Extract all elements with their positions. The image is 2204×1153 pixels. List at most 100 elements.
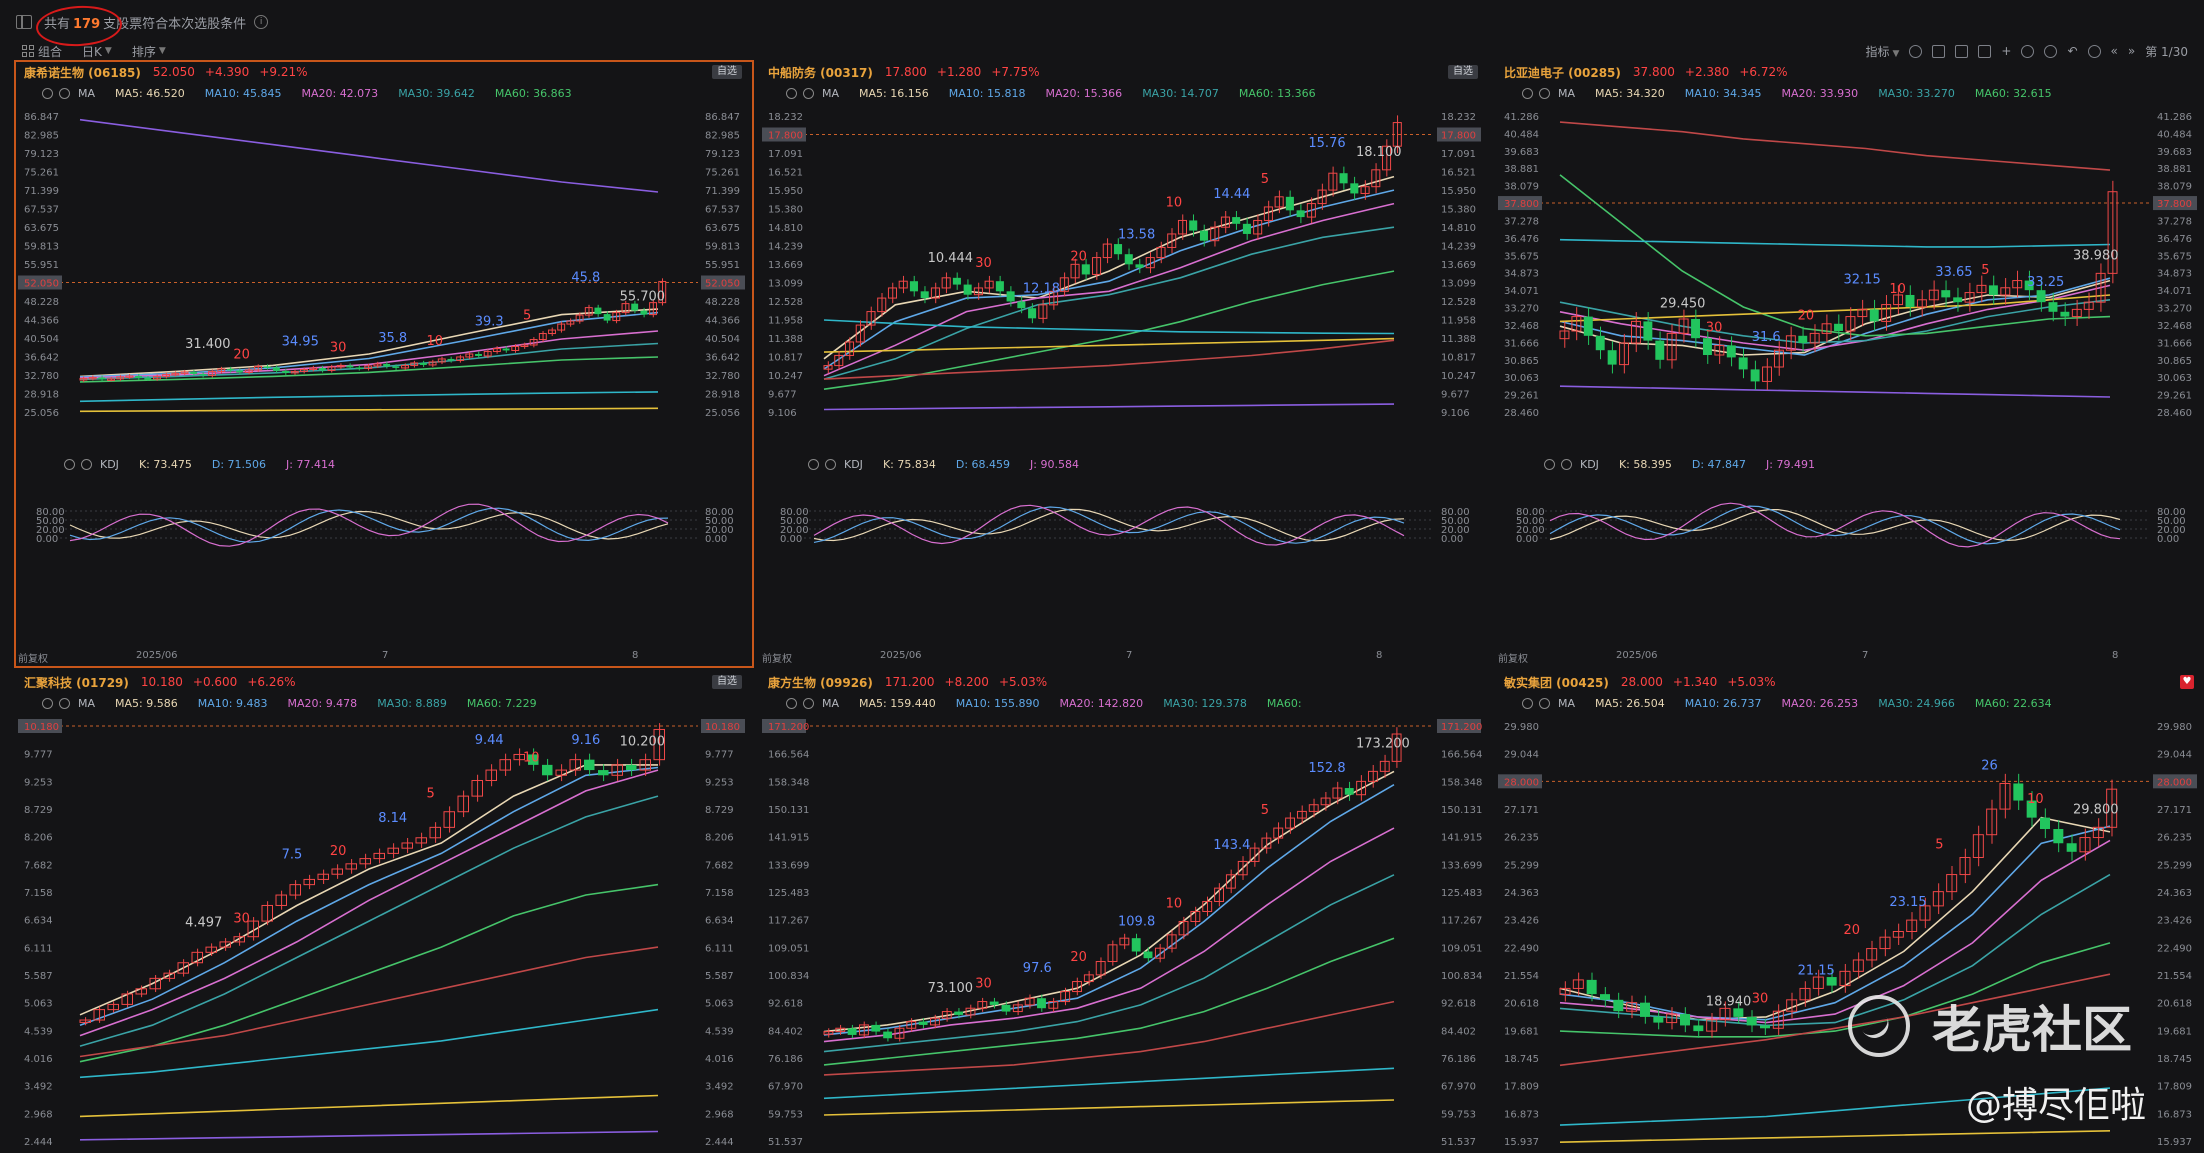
y-tick-left: 10.180 — [24, 722, 59, 733]
x-axis-label: 7 — [382, 650, 389, 661]
candle — [263, 366, 271, 368]
candle — [1607, 350, 1617, 365]
candlestick-chart[interactable]: 41.286 41.286 40.484 40.484 39.683 39.683 38.8… — [1496, 62, 2204, 666]
candle — [1344, 788, 1354, 795]
candle — [355, 367, 363, 369]
price-annotation: 5 — [1981, 263, 1989, 278]
y-tick-left: 38.079 — [1504, 182, 1539, 193]
y-tick-right: 55.951 — [705, 260, 740, 271]
y-tick-right: 21.554 — [2157, 971, 2192, 982]
link-icon[interactable] — [1932, 44, 1946, 58]
next-page-icon[interactable]: » — [2128, 44, 2135, 58]
y-tick-left: 5.587 — [24, 971, 53, 982]
y-tick-left: 3.492 — [24, 1082, 53, 1093]
candlestick-chart[interactable]: 171.200 171.200 166.564 166.564 158.348 158.3… — [760, 672, 1488, 1153]
price-annotation: 29.800 — [2073, 802, 2119, 817]
candle — [1941, 290, 1951, 298]
kdj-label[interactable]: KDJ — [844, 458, 863, 471]
price-annotation: 23.15 — [1889, 895, 1926, 910]
stock-chart-panel[interactable]: 汇聚科技 (01729) 10.180 +0.600 +6.26% 自选 MA MA5: 9… — [16, 672, 752, 1153]
info-icon[interactable]: i — [254, 15, 269, 29]
candlestick-chart[interactable]: 86.847 86.847 82.985 82.985 79.123 79.123 75.2… — [16, 62, 752, 666]
y-tick-right: 6.111 — [705, 943, 734, 954]
x-axis-label: 8 — [632, 650, 639, 661]
y-tick-left: 19.681 — [1504, 1026, 1539, 1037]
candlestick-chart[interactable]: 10.180 10.180 9.777 9.777 9.253 9.253 8.729 8.7… — [16, 672, 752, 1153]
candle — [1988, 285, 1998, 295]
y-tick-right: 15.937 — [2157, 1137, 2192, 1148]
y-tick-right: 14.810 — [1441, 223, 1476, 234]
layout-icon[interactable] — [1978, 44, 1992, 58]
eye-icon[interactable] — [1561, 458, 1572, 470]
y-tick-left: 55.951 — [24, 260, 59, 271]
stock-chart-panel[interactable]: 中船防务 (00317) 17.800 +1.280 +7.75% 自选 MA MA5: 1… — [760, 62, 1488, 666]
ma-line-ma250 — [1559, 294, 2111, 323]
kdj-label[interactable]: KDJ — [100, 458, 119, 471]
stock-chart-panel[interactable]: 比亚迪电子 (00285) 37.800 +2.380 +6.72% MA MA5: 34… — [1496, 62, 2204, 666]
y-tick-left: 30.865 — [1504, 356, 1539, 367]
candle — [626, 764, 637, 771]
y-tick-left: 7.682 — [24, 860, 53, 871]
sort-label: 排序 — [131, 44, 156, 59]
gear-icon[interactable] — [64, 458, 75, 470]
stock-chart-panel[interactable]: 康希诺生物 (06185) 52.050 +4.390 +9.21% 自选 MA MA5: … — [14, 60, 754, 668]
price-annotation: 29.450 — [1660, 296, 1706, 311]
kdj-k-value: 58.395 — [1633, 457, 1672, 471]
price-annotation: 9.44 — [475, 733, 504, 748]
crosshair-icon[interactable]: + — [2001, 44, 2011, 58]
indicators-label: 指标 — [1865, 44, 1890, 59]
y-tick-left: 11.958 — [768, 316, 803, 327]
gear-icon[interactable] — [808, 458, 819, 470]
candle — [144, 377, 152, 380]
grid-icon — [22, 45, 34, 57]
sort-dropdown[interactable]: 排序 ▼ — [132, 43, 166, 60]
y-tick-right: 31.666 — [2157, 338, 2192, 349]
y-tick-right: 32.780 — [705, 371, 740, 382]
clock-icon[interactable] — [2087, 44, 2101, 58]
sidebar-toggle-icon[interactable] — [16, 15, 32, 29]
candle — [1600, 994, 1610, 1000]
candle — [1114, 244, 1123, 255]
candle — [883, 1031, 893, 1039]
x-axis-label[interactable]: 前复权 — [762, 650, 792, 665]
candlestick-chart[interactable]: 18.232 18.232 17.800 17.800 17.091 17.091 16.5… — [760, 62, 1488, 666]
price-annotation: 32.15 — [1844, 272, 1881, 287]
candle — [1798, 335, 1808, 343]
y-tick-right: 9.106 — [1441, 408, 1470, 419]
x-axis-label[interactable]: 前复权 — [1498, 650, 1528, 665]
ma-line-ma120 — [79, 391, 659, 403]
eye-icon[interactable] — [81, 458, 92, 470]
kdj-legend: KDJ K: 73.475 D: 71.506 J: 77.414 — [16, 455, 335, 473]
target-icon[interactable] — [2044, 44, 2058, 58]
prev-page-icon[interactable]: « — [2111, 44, 2118, 58]
zoom-icon[interactable] — [2021, 44, 2035, 58]
kdj-tick-left: 0.00 — [36, 534, 58, 545]
y-tick-left: 29.261 — [1504, 391, 1539, 402]
y-tick-right: 22.490 — [2157, 943, 2192, 954]
stock-chart-panel[interactable]: 康方生物 (09926) 171.200 +8.200 +5.03% MA MA5: 15… — [760, 672, 1488, 1153]
candle — [346, 365, 354, 368]
price-annotation: 9.16 — [571, 733, 600, 748]
candle — [1296, 210, 1305, 218]
period-dropdown[interactable]: 日K ▼ — [82, 43, 112, 60]
kdj-line — [69, 510, 669, 540]
y-tick-right: 150.131 — [1441, 805, 1482, 816]
kdj-tick-left: 0.00 — [780, 534, 802, 545]
candle — [1738, 357, 1748, 370]
price-annotation: 35.8 — [378, 331, 407, 346]
settings-icon[interactable] — [1909, 44, 1923, 58]
gear-icon[interactable] — [1544, 458, 1555, 470]
ma-line-ma60 — [1559, 174, 2111, 337]
draw-icon[interactable] — [1955, 44, 1969, 58]
group-button[interactable]: 组合 — [22, 43, 62, 60]
price-annotation: 7.5 — [282, 848, 303, 863]
undo-icon[interactable]: ↶ — [2067, 44, 2077, 58]
indicators-dropdown[interactable]: 指标 ▼ — [1865, 43, 1899, 60]
price-annotation: 31.6 — [1752, 330, 1781, 345]
kdj-label[interactable]: KDJ — [1580, 458, 1599, 471]
y-tick-right: 12.528 — [1441, 297, 1476, 308]
eye-icon[interactable] — [825, 458, 836, 470]
y-tick-left: 37.278 — [1504, 216, 1539, 227]
x-axis-label[interactable]: 前复权 — [18, 650, 48, 665]
kdj-tick-right: 0.00 — [2157, 534, 2179, 545]
